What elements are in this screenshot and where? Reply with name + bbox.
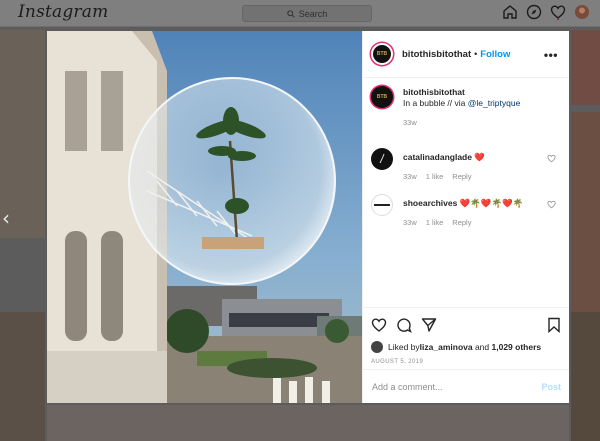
caption-mention[interactable]: @le_triptyque	[468, 98, 521, 108]
add-comment-bar: Post	[363, 369, 569, 403]
caption-meta: 33w	[403, 117, 548, 128]
comment-input[interactable]	[372, 381, 542, 392]
liker-avatar[interactable]	[371, 341, 383, 353]
comment-meta: 33w 1 like Reply	[403, 217, 548, 228]
feed-tile	[47, 405, 569, 441]
post-details-panel: BTB bitothisbitothat • Follow ••• BTB bi…	[362, 31, 569, 403]
share-icon[interactable]	[421, 317, 437, 333]
comment-time[interactable]: 33w	[403, 171, 417, 182]
caption-username[interactable]: bitothisbitothat	[403, 87, 465, 97]
comment-icon[interactable]	[396, 317, 412, 333]
reply-button[interactable]: Reply	[452, 217, 471, 228]
more-options-icon[interactable]: •••	[544, 48, 558, 62]
commenter-avatar[interactable]	[371, 148, 393, 170]
feed-tile	[571, 30, 600, 105]
comment-item: shoearchives ❤️🌴❤️🌴❤️🌴 33w 1 like Reply	[363, 194, 569, 240]
caption-text: In a bubble // via	[403, 98, 468, 108]
comment-text: ❤️🌴❤️🌴❤️🌴	[459, 198, 524, 208]
feed-tile	[571, 112, 600, 312]
comments-list: BTB bitothisbitothat In a bubble // via …	[363, 86, 569, 240]
comment-meta: 33w 1 like Reply	[403, 171, 548, 182]
likes-summary: Liked by liza_aminova and 1,029 others	[371, 341, 562, 353]
post-comment-button[interactable]: Post	[541, 382, 561, 392]
commenter-avatar[interactable]	[371, 194, 393, 216]
likes-prefix: Liked by	[388, 342, 420, 352]
author-username[interactable]: bitothisbitothat	[402, 49, 471, 60]
comment-username[interactable]: catalinadanglade	[403, 152, 472, 162]
feed-tile	[0, 312, 45, 441]
heart-icon[interactable]	[550, 4, 566, 21]
separator-dot: •	[474, 49, 478, 59]
comment-likes[interactable]: 1 like	[426, 217, 444, 228]
caption-avatar[interactable]: BTB	[371, 86, 393, 108]
top-navigation-bar: Instagram Search	[0, 0, 600, 27]
home-icon[interactable]	[502, 4, 518, 20]
liker-username[interactable]: liza_aminova	[420, 342, 473, 352]
caption-time[interactable]: 33w	[403, 117, 417, 128]
like-comment-heart-icon[interactable]	[547, 200, 556, 209]
author-avatar[interactable]: BTB	[371, 43, 393, 65]
follow-button[interactable]: Follow	[480, 49, 510, 60]
likes-and: and	[472, 342, 492, 352]
previous-post-arrow-icon[interactable]: ‹	[2, 206, 10, 230]
post-modal: BTB bitothisbitothat • Follow ••• BTB bi…	[47, 31, 569, 403]
caption-item: BTB bitothisbitothat In a bubble // via …	[363, 86, 569, 148]
explore-icon[interactable]	[526, 4, 542, 20]
comment-time[interactable]: 33w	[403, 217, 417, 228]
post-header: BTB bitothisbitothat • Follow •••	[363, 31, 569, 78]
post-actions: Liked by liza_aminova and 1,029 others A…	[363, 307, 569, 365]
bookmark-icon[interactable]	[546, 317, 562, 333]
comment-text: ❤️	[474, 152, 485, 162]
comment-likes[interactable]: 1 like	[426, 171, 444, 182]
search-icon	[287, 9, 295, 18]
post-image[interactable]	[47, 31, 362, 403]
instagram-logo[interactable]: Instagram	[18, 2, 108, 22]
like-heart-icon[interactable]	[371, 317, 387, 333]
search-input[interactable]: Search	[242, 5, 372, 22]
comment-username[interactable]: shoearchives	[403, 198, 457, 208]
profile-avatar[interactable]	[574, 4, 590, 20]
like-comment-heart-icon[interactable]	[547, 154, 556, 163]
feed-tile	[571, 312, 600, 441]
reply-button[interactable]: Reply	[452, 171, 471, 182]
likes-others[interactable]: 1,029 others	[492, 342, 542, 352]
search-placeholder: Search	[298, 8, 328, 19]
post-date[interactable]: AUGUST 5, 2019	[371, 359, 562, 365]
comment-item: catalinadanglade ❤️ 33w 1 like Reply	[363, 148, 569, 194]
